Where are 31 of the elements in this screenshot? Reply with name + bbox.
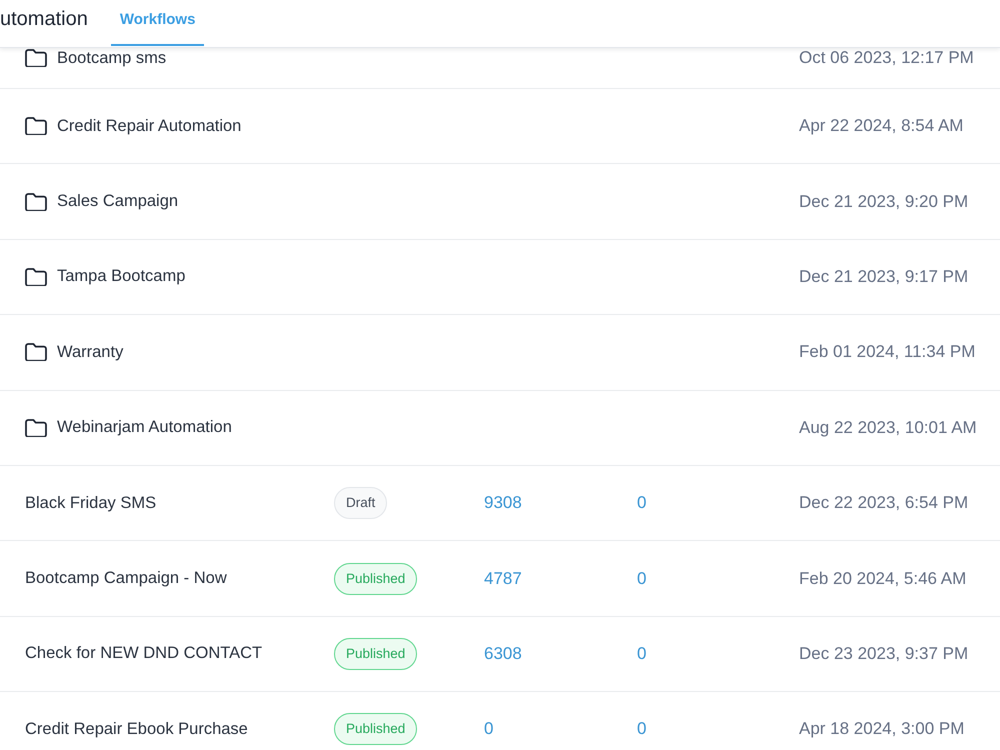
folder-icon	[25, 192, 47, 211]
folder-name[interactable]: Bootcamp sms	[57, 49, 166, 67]
folder-name[interactable]: Credit Repair Automation	[57, 116, 242, 136]
workflow-name[interactable]: Credit Repair Ebook Purchase	[25, 720, 248, 739]
status-badge: Draft	[334, 487, 388, 520]
folder-icon	[25, 418, 47, 437]
status-badge: Published	[334, 638, 418, 670]
date-text: Dec 21 2023, 9:17 PM	[799, 266, 968, 286]
folder-icon	[25, 268, 47, 286]
folder-name[interactable]: Sales Campaign	[57, 192, 178, 212]
workflow-name[interactable]: Black Friday SMS	[25, 494, 156, 513]
date-text: Dec 23 2023, 9:37 PM	[799, 644, 968, 663]
status-badge: Published	[334, 713, 418, 746]
folder-icon	[25, 49, 47, 67]
workflow-name[interactable]: Check for NEW DND CONTACT	[25, 644, 262, 664]
folder-name[interactable]: Warranty	[57, 342, 124, 362]
date-text: Oct 06 2023, 12:17 PM	[799, 48, 974, 67]
folder-name[interactable]: Tampa Bootcamp	[57, 267, 186, 286]
date-text: Aug 22 2023, 10:01 AM	[799, 418, 977, 437]
folder-icon	[25, 117, 47, 136]
folder-icon	[25, 343, 47, 362]
date-text: Dec 21 2023, 9:20 PM	[799, 192, 968, 211]
date-text: Feb 01 2024, 11:34 PM	[799, 342, 976, 362]
date-text: Apr 18 2024, 3:00 PM	[799, 719, 964, 738]
folder-name[interactable]: Webinarjam Automation	[57, 418, 232, 438]
date-text: Dec 22 2023, 6:54 PM	[799, 493, 968, 512]
date-text: Feb 20 2024, 5:46 AM	[799, 568, 966, 588]
page-title: utomation	[0, 8, 88, 31]
date-text: Apr 22 2024, 8:54 AM	[799, 116, 964, 136]
status-badge: Published	[334, 562, 418, 595]
workflow-name[interactable]: Bootcamp Campaign - Now	[25, 569, 227, 588]
